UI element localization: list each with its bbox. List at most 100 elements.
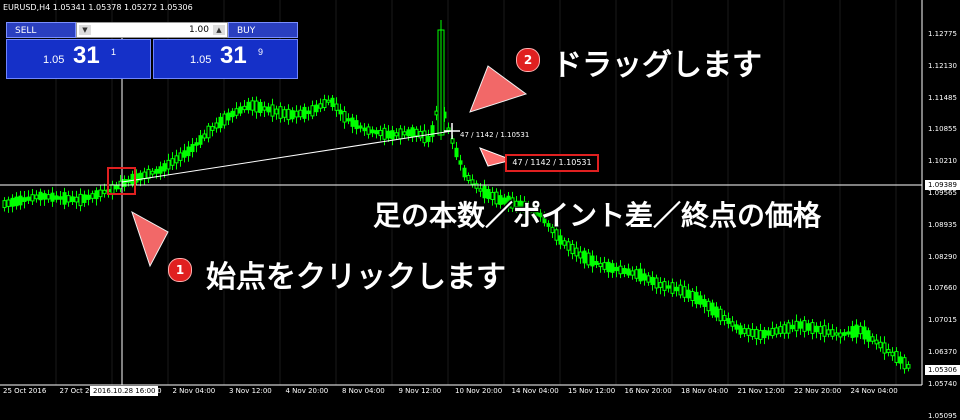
candle: [238, 106, 243, 114]
time-axis-label: 22 Nov 20:00: [794, 387, 842, 395]
candle: [430, 125, 435, 137]
candle: [142, 171, 147, 180]
candle: [826, 329, 831, 335]
candle: [474, 183, 479, 189]
price-axis-label: 1.12130: [928, 61, 957, 70]
measurement-line: [121, 130, 453, 183]
step-1-caption: 始点をクリックします: [206, 260, 506, 295]
candle: [870, 336, 875, 342]
lot-size-field[interactable]: ▼ 1.00 ▲: [76, 22, 228, 38]
candle: [634, 269, 639, 279]
candle: [750, 329, 755, 337]
candle: [394, 132, 399, 137]
candle: [878, 341, 883, 349]
buy-price-button[interactable]: 1.05 31 9: [153, 39, 298, 79]
candle: [58, 196, 63, 200]
candle: [670, 282, 675, 294]
candle: [626, 268, 631, 276]
candle: [174, 155, 179, 164]
chart-title: EURUSD,H4 1.05341 1.05378 1.05272 1.0530…: [3, 3, 193, 12]
candle: [674, 286, 679, 292]
lot-increase-icon[interactable]: ▲: [213, 25, 225, 35]
candle: [570, 243, 575, 255]
time-axis-label: 2 Nov 04:00: [172, 387, 216, 395]
candle: [426, 135, 431, 142]
candle: [86, 194, 91, 200]
time-axis-label: 16 Nov 20:00: [624, 387, 672, 395]
candle: [642, 273, 647, 281]
candle: [222, 113, 227, 126]
candle: [166, 159, 171, 170]
candle: [302, 106, 307, 119]
candle: [454, 147, 459, 158]
price-chart[interactable]: EURUSD,H4 1.05341 1.05378 1.05272 1.0530…: [0, 0, 960, 420]
candle: [738, 325, 743, 335]
candle: [598, 262, 603, 268]
candle: [858, 325, 863, 335]
sell-price-prefix: 1.05: [43, 54, 65, 66]
candle: [382, 127, 387, 140]
sell-price-button[interactable]: 1.05 31 1: [6, 39, 151, 79]
price-axis-label: 1.09565: [928, 189, 957, 197]
candle: [866, 330, 871, 342]
candle: [94, 190, 99, 200]
step-1-badge: 1: [168, 258, 192, 282]
candle: [282, 109, 287, 118]
candle: [794, 320, 799, 332]
sell-price-pips: 31: [73, 42, 100, 69]
candle: [78, 193, 83, 207]
candle: [714, 306, 719, 318]
candle: [6, 199, 11, 207]
candle: [566, 241, 571, 251]
candle: [50, 192, 55, 202]
candle: [246, 101, 251, 111]
candle: [14, 196, 19, 207]
candle: [46, 194, 51, 200]
info-caption: 足の本数／ポイント差／終点の価格: [373, 199, 822, 232]
cursor-readout: 47 / 1142 / 1.10531: [460, 131, 530, 139]
candle: [62, 192, 67, 205]
candle: [814, 325, 819, 333]
price-axis-label: 1.10210: [928, 157, 957, 166]
candle: [218, 116, 223, 129]
candle: [98, 189, 103, 198]
candle: [154, 168, 159, 174]
candle: [250, 100, 255, 111]
candle: [862, 326, 867, 340]
candle: [390, 130, 395, 140]
candle: [762, 329, 767, 339]
candle: [698, 295, 703, 305]
candle: [678, 284, 683, 296]
candle: [470, 179, 475, 185]
price-axis-label: 1.05740: [928, 379, 957, 388]
buy-button[interactable]: BUY: [228, 22, 298, 38]
candle: [38, 191, 43, 201]
candle: [210, 126, 215, 131]
price-axis-label: 1.08290: [928, 252, 957, 261]
price-axis-label: 1.10855: [928, 125, 957, 134]
candle: [234, 108, 239, 116]
candle: [330, 97, 335, 107]
candle: [326, 99, 331, 103]
candle: [258, 101, 263, 114]
lot-size-value[interactable]: 1.00: [189, 23, 209, 38]
candle: [614, 266, 619, 272]
candle: [718, 308, 723, 322]
candle: [658, 282, 663, 288]
candle: [150, 170, 155, 175]
candle: [902, 357, 907, 370]
candle: [734, 324, 739, 330]
candle: [410, 127, 415, 138]
candle: [610, 263, 615, 273]
candle: [706, 300, 711, 312]
candle: [306, 110, 311, 115]
candle: [578, 251, 583, 259]
sell-button[interactable]: SELL: [6, 22, 76, 38]
candle: [318, 103, 323, 109]
lot-decrease-icon[interactable]: ▼: [79, 25, 91, 35]
candle: [414, 128, 419, 137]
time-axis-label: 24 Nov 04:00: [850, 387, 898, 395]
time-axis-label: 3 Nov 12:00: [229, 387, 272, 395]
candle: [690, 290, 695, 302]
candle: [254, 100, 259, 113]
